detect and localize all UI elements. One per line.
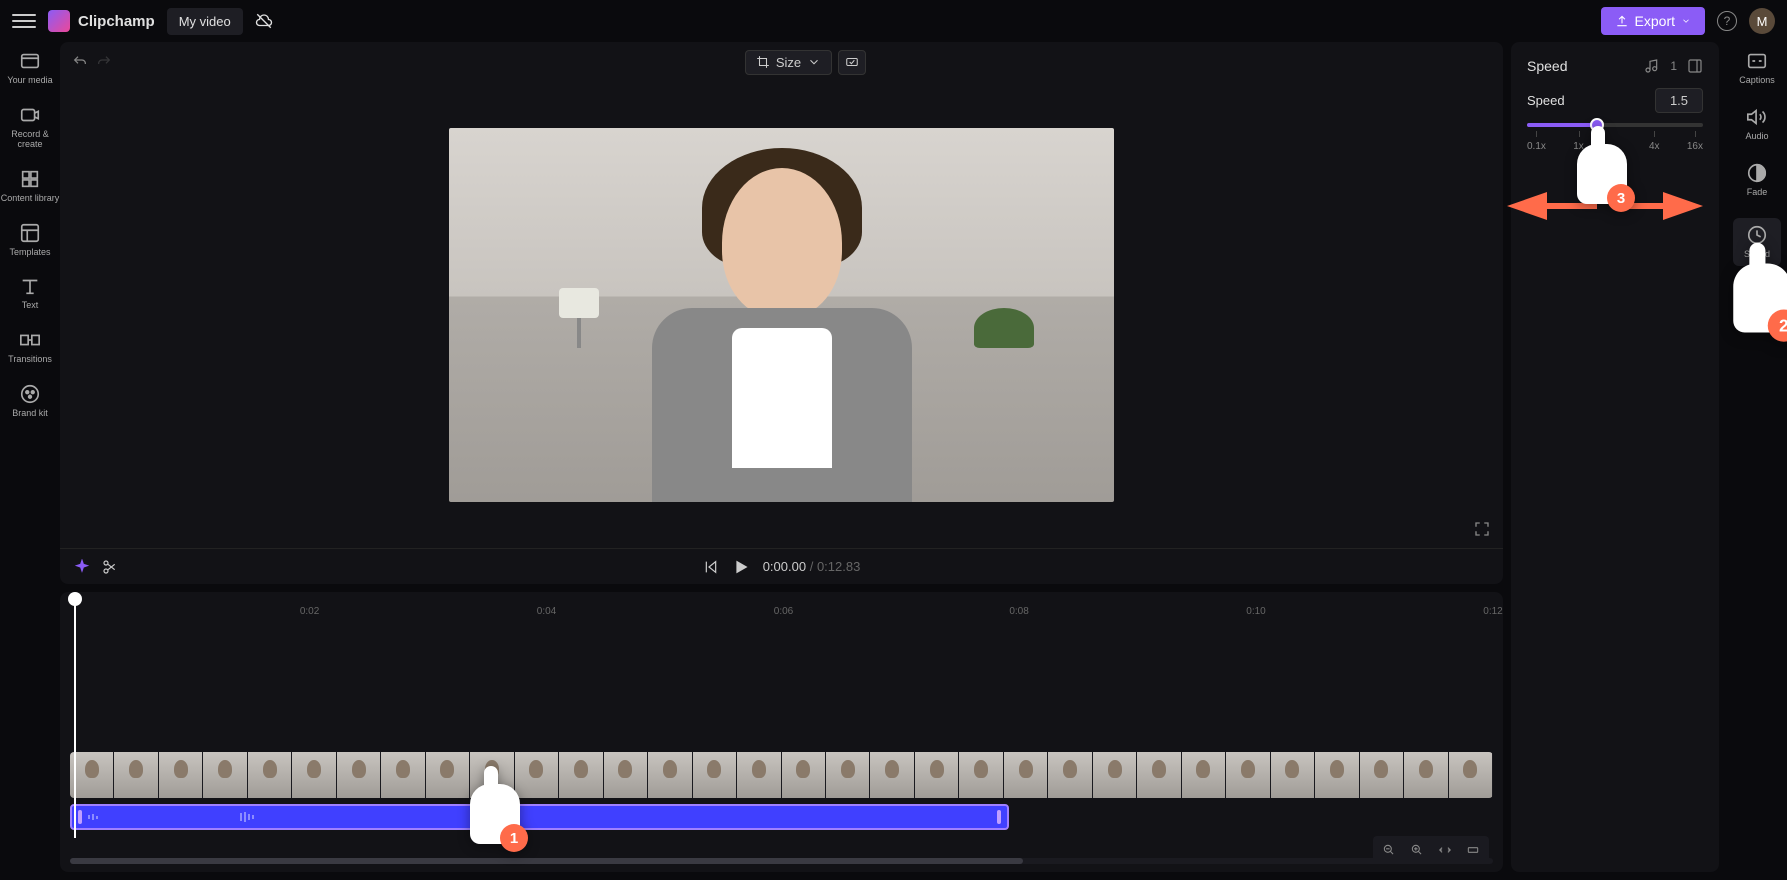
cloud-sync-icon[interactable] (255, 12, 273, 30)
speed-panel: Speed 1 Speed 0.1x 1x 2x 4x 16x (1511, 42, 1719, 872)
left-sidebar: Your media Record & create Content libra… (0, 42, 60, 880)
track-count-badge: 1 (1670, 59, 1677, 73)
split-button[interactable] (102, 559, 118, 575)
redo-button[interactable] (96, 54, 112, 70)
help-button[interactable]: ? (1717, 11, 1737, 31)
time-display: 0:00.00 / 0:12.83 (763, 559, 861, 574)
aspect-ratio-button[interactable] (838, 50, 866, 75)
video-title-input[interactable]: My video (167, 8, 243, 35)
sidebar-audio[interactable]: Audio (1745, 106, 1768, 142)
playhead[interactable] (74, 596, 76, 838)
speed-label: Speed (1527, 93, 1565, 108)
export-label: Export (1635, 13, 1675, 29)
timeline[interactable]: 0:02 0:04 0:06 0:08 0:10 0:12 (60, 592, 1503, 872)
speed-value-input[interactable] (1655, 88, 1703, 113)
app-name: Clipchamp (78, 13, 155, 30)
speed-marks: 0.1x 1x 2x 4x 16x (1527, 141, 1703, 152)
undo-button[interactable] (72, 54, 88, 70)
sidebar-text[interactable]: Text (19, 275, 41, 311)
music-note-icon (1644, 58, 1660, 74)
fullscreen-button[interactable] (1473, 520, 1491, 538)
clip-handle-left[interactable] (78, 810, 82, 824)
timeline-ruler[interactable]: 0:02 0:04 0:06 0:08 0:10 0:12 (74, 600, 1493, 702)
speed-slider-thumb[interactable] (1590, 118, 1604, 132)
menu-button[interactable] (12, 9, 36, 33)
app-logo[interactable]: Clipchamp (48, 10, 155, 32)
timeline-scrollbar[interactable] (70, 858, 1493, 864)
sidebar-your-media[interactable]: Your media (7, 50, 52, 86)
sidebar-speed[interactable]: Speed (1733, 218, 1781, 266)
video-track-clip[interactable] (70, 752, 1493, 798)
tutorial-arrows (1507, 192, 1703, 220)
export-button[interactable]: Export (1601, 7, 1705, 35)
sidebar-content-library[interactable]: Content library (1, 168, 60, 204)
clip-handle-right[interactable] (997, 810, 1001, 824)
skip-back-button[interactable] (703, 559, 719, 575)
video-canvas (449, 128, 1114, 502)
speed-slider[interactable] (1527, 123, 1703, 127)
panel-title: Speed (1527, 58, 1567, 74)
sidebar-record-create[interactable]: Record & create (0, 104, 60, 150)
zoom-out-button[interactable] (1377, 840, 1401, 860)
audio-track-clip[interactable] (70, 804, 1009, 830)
sidebar-transitions[interactable]: Transitions (8, 329, 52, 365)
play-button[interactable] (733, 559, 749, 575)
auto-enhance-button[interactable] (74, 559, 90, 575)
zoom-fit-button[interactable] (1433, 840, 1457, 860)
detach-panel-button[interactable] (1687, 58, 1703, 74)
tutorial-marker-2: 2 (1737, 268, 1787, 328)
zoom-expand-button[interactable] (1461, 840, 1485, 860)
sidebar-fade[interactable]: Fade (1746, 162, 1768, 198)
video-preview[interactable] (60, 82, 1503, 548)
sidebar-brand-kit[interactable]: Brand kit (12, 383, 48, 419)
crop-button[interactable]: Size (745, 50, 832, 75)
sidebar-templates[interactable]: Templates (9, 222, 50, 258)
sidebar-captions[interactable]: Captions (1739, 50, 1775, 86)
logo-mark-icon (48, 10, 70, 32)
top-bar: Clipchamp My video Export ? M (0, 0, 1787, 42)
user-avatar[interactable]: M (1749, 8, 1775, 34)
right-sidebar: Captions Audio Fade Speed 2 (1727, 42, 1787, 880)
zoom-in-button[interactable] (1405, 840, 1429, 860)
